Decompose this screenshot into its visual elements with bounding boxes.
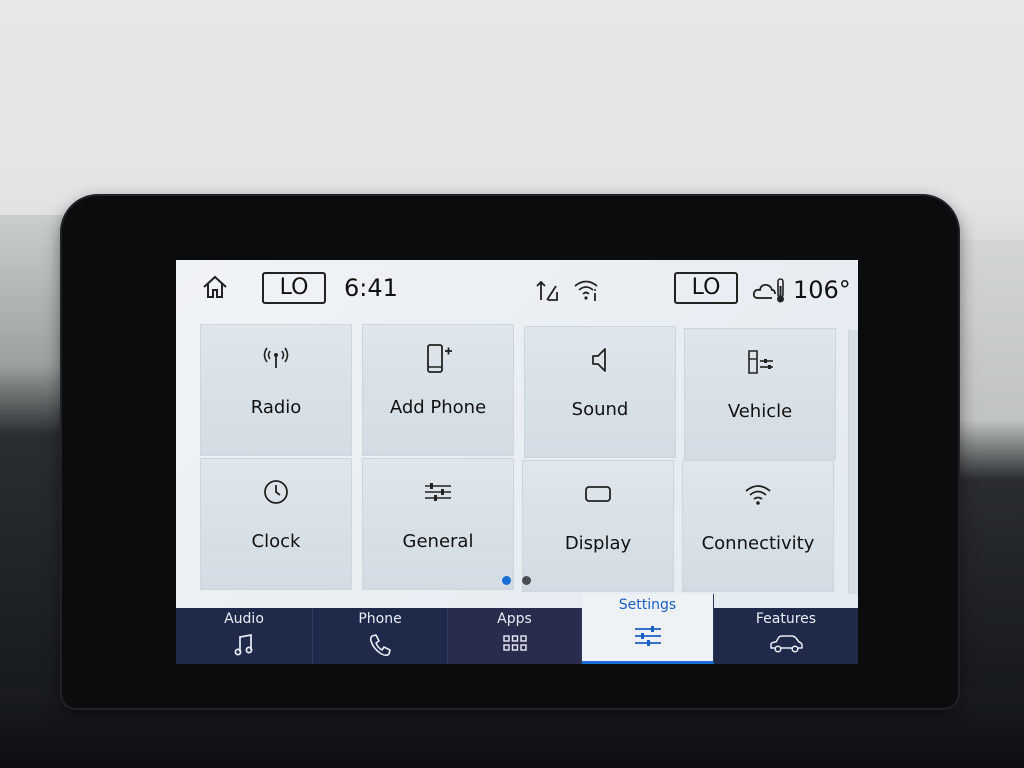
tile-display[interactable]: Display — [522, 460, 674, 592]
nav-settings[interactable]: Settings — [582, 594, 714, 664]
wifi-status-icon — [574, 280, 598, 301]
radio-antenna-icon — [263, 347, 289, 368]
sync-arrows-icon — [536, 280, 558, 301]
display-icon — [585, 486, 611, 502]
tile-label: Radio — [250, 397, 302, 418]
vehicle-settings-icon — [748, 350, 773, 374]
tile-label: Add Phone — [389, 397, 487, 418]
tile-clock[interactable]: Clock — [200, 458, 352, 590]
climate-right-button[interactable]: LO — [674, 272, 738, 304]
tile-label: Clock — [251, 531, 301, 552]
cloud-thermometer-icon — [752, 278, 784, 303]
wifi-icon — [745, 485, 771, 505]
photo-scene: LO 6:41 LO 106° Radio Add Phone Sound Ve… — [0, 0, 1024, 768]
next-page-tile-edge — [848, 330, 858, 594]
outside-temperature: 106° — [793, 276, 851, 304]
tile-label: General — [402, 531, 474, 552]
speaker-icon — [592, 348, 606, 372]
music-note-icon — [234, 633, 253, 656]
tile-label: Vehicle — [727, 401, 793, 422]
car-icon — [770, 635, 803, 653]
nav-label: Apps — [497, 611, 532, 627]
settings-sliders-icon — [634, 626, 661, 646]
tile-general[interactable]: General — [362, 458, 514, 590]
tile-sound[interactable]: Sound — [524, 326, 676, 458]
status-bar: LO 6:41 LO 106° — [176, 260, 858, 318]
home-icon[interactable] — [200, 272, 230, 302]
nav-label: Audio — [224, 611, 264, 627]
phone-handset-icon — [369, 634, 391, 657]
tile-label: Connectivity — [701, 533, 815, 554]
nav-phone[interactable]: Phone — [313, 608, 448, 664]
nav-label: Phone — [358, 611, 402, 627]
tile-vehicle[interactable]: Vehicle — [684, 328, 836, 460]
climate-left-button[interactable]: LO — [262, 272, 326, 304]
sliders-icon — [425, 483, 451, 501]
tile-label: Display — [564, 533, 632, 554]
tile-connectivity[interactable]: Connectivity — [682, 460, 834, 592]
nav-audio[interactable]: Audio — [176, 608, 313, 664]
nav-features[interactable]: Features — [714, 608, 858, 664]
bottom-navigation: Audio Phone Apps Settings Features — [176, 594, 858, 664]
page-indicator-inactive[interactable] — [522, 576, 531, 585]
tile-add-phone[interactable]: Add Phone — [362, 324, 514, 456]
page-indicator-active[interactable] — [502, 576, 511, 585]
add-phone-icon — [427, 344, 452, 373]
nav-label: Settings — [618, 597, 677, 613]
clock-icon — [264, 480, 288, 504]
nav-apps[interactable]: Apps — [448, 608, 582, 664]
infotainment-screen: LO 6:41 LO 106° Radio Add Phone Sound Ve… — [176, 260, 858, 664]
tile-label: Sound — [571, 399, 629, 420]
tile-radio[interactable]: Radio — [200, 324, 352, 456]
clock-time: 6:41 — [344, 274, 398, 302]
nav-label: Features — [755, 611, 817, 627]
apps-grid-icon — [502, 635, 527, 651]
